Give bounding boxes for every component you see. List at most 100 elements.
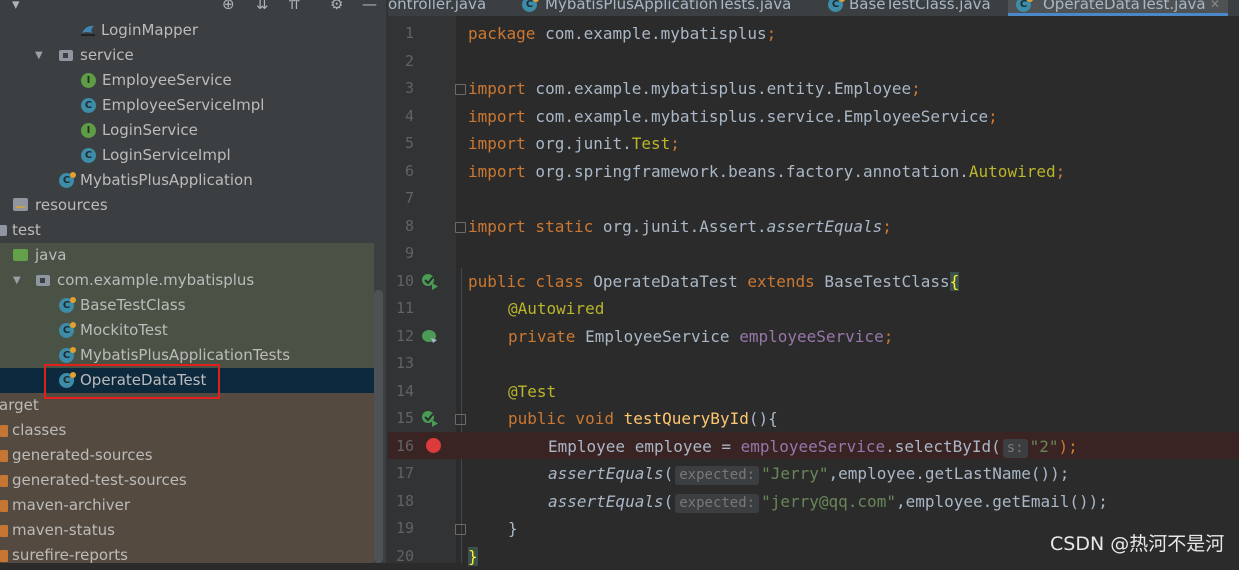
- expand-all-icon[interactable]: ⇊: [256, 0, 269, 14]
- code-line-10[interactable]: public class OperateDataTest extends Bas…: [468, 268, 960, 295]
- line-number: 5: [404, 134, 414, 152]
- code-line-3[interactable]: import com.example.mybatisplus.entity.Em…: [468, 75, 921, 102]
- test-class-icon: C: [522, 0, 539, 12]
- code-line-12[interactable]: private EmployeeService employeeService;: [508, 323, 893, 350]
- static-method: assertEquals: [766, 217, 883, 236]
- code-line-15[interactable]: public void testQueryById(){: [508, 405, 778, 432]
- tree-item-employeeserviceimpl[interactable]: C EmployeeServiceImpl: [0, 93, 374, 118]
- tree-item-surefire-reports[interactable]: surefire-reports: [0, 543, 374, 563]
- line-number: 2: [404, 52, 414, 70]
- keyword: extends: [747, 272, 815, 291]
- code-text: ,employee.getEmail());: [895, 492, 1108, 511]
- class-icon: C: [81, 98, 96, 113]
- code-line-4[interactable]: import com.example.mybatisplus.service.E…: [468, 103, 998, 130]
- fold-marker-icon[interactable]: [455, 414, 466, 425]
- collapse-arrow-icon[interactable]: ▾: [12, 0, 20, 14]
- line-number: 12: [395, 327, 414, 345]
- breakpoint-icon[interactable]: [426, 438, 441, 453]
- code-text: (){: [748, 409, 778, 428]
- line-number: 9: [404, 244, 414, 262]
- tree-item-loginservice[interactable]: I LoginService: [0, 118, 374, 143]
- tree-scrollbar[interactable]: [374, 290, 383, 563]
- code-text: com.example.mybatisplus: [535, 24, 767, 43]
- tree-item-loginmapper[interactable]: LoginMapper: [0, 18, 374, 43]
- tree-item-loginserviceimpl[interactable]: C LoginServiceImpl: [0, 143, 374, 168]
- line-number: 3: [404, 79, 414, 97]
- tree-item-label: generated-sources: [12, 446, 153, 464]
- tree-item-generated-test-sources[interactable]: generated-test-sources: [0, 468, 374, 493]
- tree-item-mybatisplusapplication[interactable]: C MybatisPlusApplication: [0, 168, 374, 193]
- tree-item-package[interactable]: ▼ com.example.mybatisplus: [0, 268, 374, 293]
- fold-marker-icon[interactable]: [455, 524, 466, 535]
- annotation: @Test: [508, 382, 557, 401]
- tree-item-label: EmployeeService: [102, 71, 232, 89]
- excluded-folder-icon: [0, 425, 8, 437]
- field-name: employeeService: [739, 327, 884, 346]
- tree-item-label: resources: [35, 196, 108, 214]
- tree-item-basetestclass[interactable]: C BaseTestClass: [0, 293, 374, 318]
- code-line-8[interactable]: import static org.junit.Assert.assertEqu…: [468, 213, 892, 240]
- locate-icon[interactable]: ⊕: [222, 0, 235, 14]
- punct: ;: [882, 217, 892, 236]
- mapper-icon: [81, 25, 95, 36]
- code-line-19[interactable]: }: [508, 515, 518, 542]
- tree-item-mockitotest[interactable]: C MockitoTest: [0, 318, 374, 343]
- bean-gutter-icon[interactable]: [421, 327, 439, 345]
- chevron-down-icon[interactable]: ▼: [35, 43, 43, 68]
- fold-marker-icon[interactable]: [455, 222, 466, 233]
- parameter-hint: s:: [1002, 439, 1028, 458]
- tree-item-label: BaseTestClass: [80, 296, 186, 314]
- class-icon: C: [81, 148, 96, 163]
- gear-icon[interactable]: ⚙: [330, 0, 343, 14]
- tree-item-label: maven-status: [12, 521, 115, 539]
- tab-mybatisplusapplicationtests[interactable]: C MybatisPlusApplicationTests.java: [512, 0, 818, 16]
- tree-item-generated-sources[interactable]: generated-sources: [0, 443, 374, 468]
- chevron-down-icon[interactable]: ▼: [13, 268, 21, 293]
- code-text: com.example.mybatisplus.service.Employee…: [525, 107, 989, 126]
- resources-folder-icon: [13, 198, 28, 211]
- code-line-11[interactable]: @Autowired: [508, 295, 604, 322]
- project-toolbar: ▾ ⊕ ⇊ ⇈ ⚙ —: [0, 0, 386, 14]
- tree-item-classes[interactable]: classes: [0, 418, 374, 443]
- tree-item-service[interactable]: ▼ service: [0, 43, 374, 68]
- run-test-icon[interactable]: [421, 272, 439, 290]
- annotation-highlight-box: [44, 364, 220, 399]
- tree-item-java[interactable]: java: [0, 243, 374, 268]
- collapse-all-icon[interactable]: ⇈: [288, 0, 301, 14]
- line-number: 20: [395, 547, 414, 565]
- hide-icon[interactable]: —: [362, 0, 377, 14]
- close-icon[interactable]: ✕: [1210, 0, 1220, 14]
- code-text: org.springframework.beans.factory.annota…: [525, 162, 969, 181]
- code-line-18[interactable]: assertEquals(expected: "jerry@qq.com",emp…: [548, 488, 1108, 515]
- tree-item-maven-status[interactable]: maven-status: [0, 518, 374, 543]
- run-test-icon[interactable]: [421, 409, 439, 427]
- code-line-14[interactable]: @Test: [508, 378, 556, 405]
- tab-basetestclass[interactable]: C BaseTestClass.java: [818, 0, 1004, 16]
- fold-marker-icon[interactable]: [455, 84, 466, 95]
- keyword: import: [468, 134, 526, 153]
- tree-item-maven-archiver[interactable]: maven-archiver: [0, 493, 374, 518]
- watermark: CSDN @热河不是河: [1050, 533, 1225, 555]
- code-line-20[interactable]: }: [468, 543, 478, 570]
- tree-item-test[interactable]: test: [0, 218, 374, 243]
- excluded-folder-icon: [0, 450, 8, 462]
- tree-item-employeeservice[interactable]: I EmployeeService: [0, 68, 374, 93]
- tab-label: OperateDataTest.java: [1043, 0, 1206, 13]
- tab-label: MybatisPlusApplicationTests.java: [545, 0, 792, 13]
- base-class: BaseTestClass: [814, 272, 950, 291]
- line-number: 19: [395, 519, 414, 537]
- tab-operatedatatest[interactable]: C OperateDataTest.java ✕: [1008, 0, 1228, 16]
- folder-icon: [0, 225, 7, 236]
- tree-item-label: classes: [12, 421, 67, 439]
- tree-item-resources[interactable]: resources: [0, 193, 374, 218]
- code-line-16[interactable]: Employee employee = employeeService.sele…: [548, 433, 1078, 460]
- tree-item-label: maven-archiver: [12, 496, 131, 514]
- code-line-5[interactable]: import org.junit.Test;: [468, 130, 680, 157]
- code-line-6[interactable]: import org.springframework.beans.factory…: [468, 158, 1065, 185]
- code-line-1[interactable]: package com.example.mybatisplus;: [468, 20, 776, 47]
- tree-item-label: surefire-reports: [12, 546, 128, 563]
- code-line-17[interactable]: assertEquals(expected: "Jerry",employee.g…: [548, 460, 1069, 487]
- excluded-folder-icon: [0, 525, 8, 537]
- tab-controller[interactable]: ontroller.java: [388, 0, 508, 16]
